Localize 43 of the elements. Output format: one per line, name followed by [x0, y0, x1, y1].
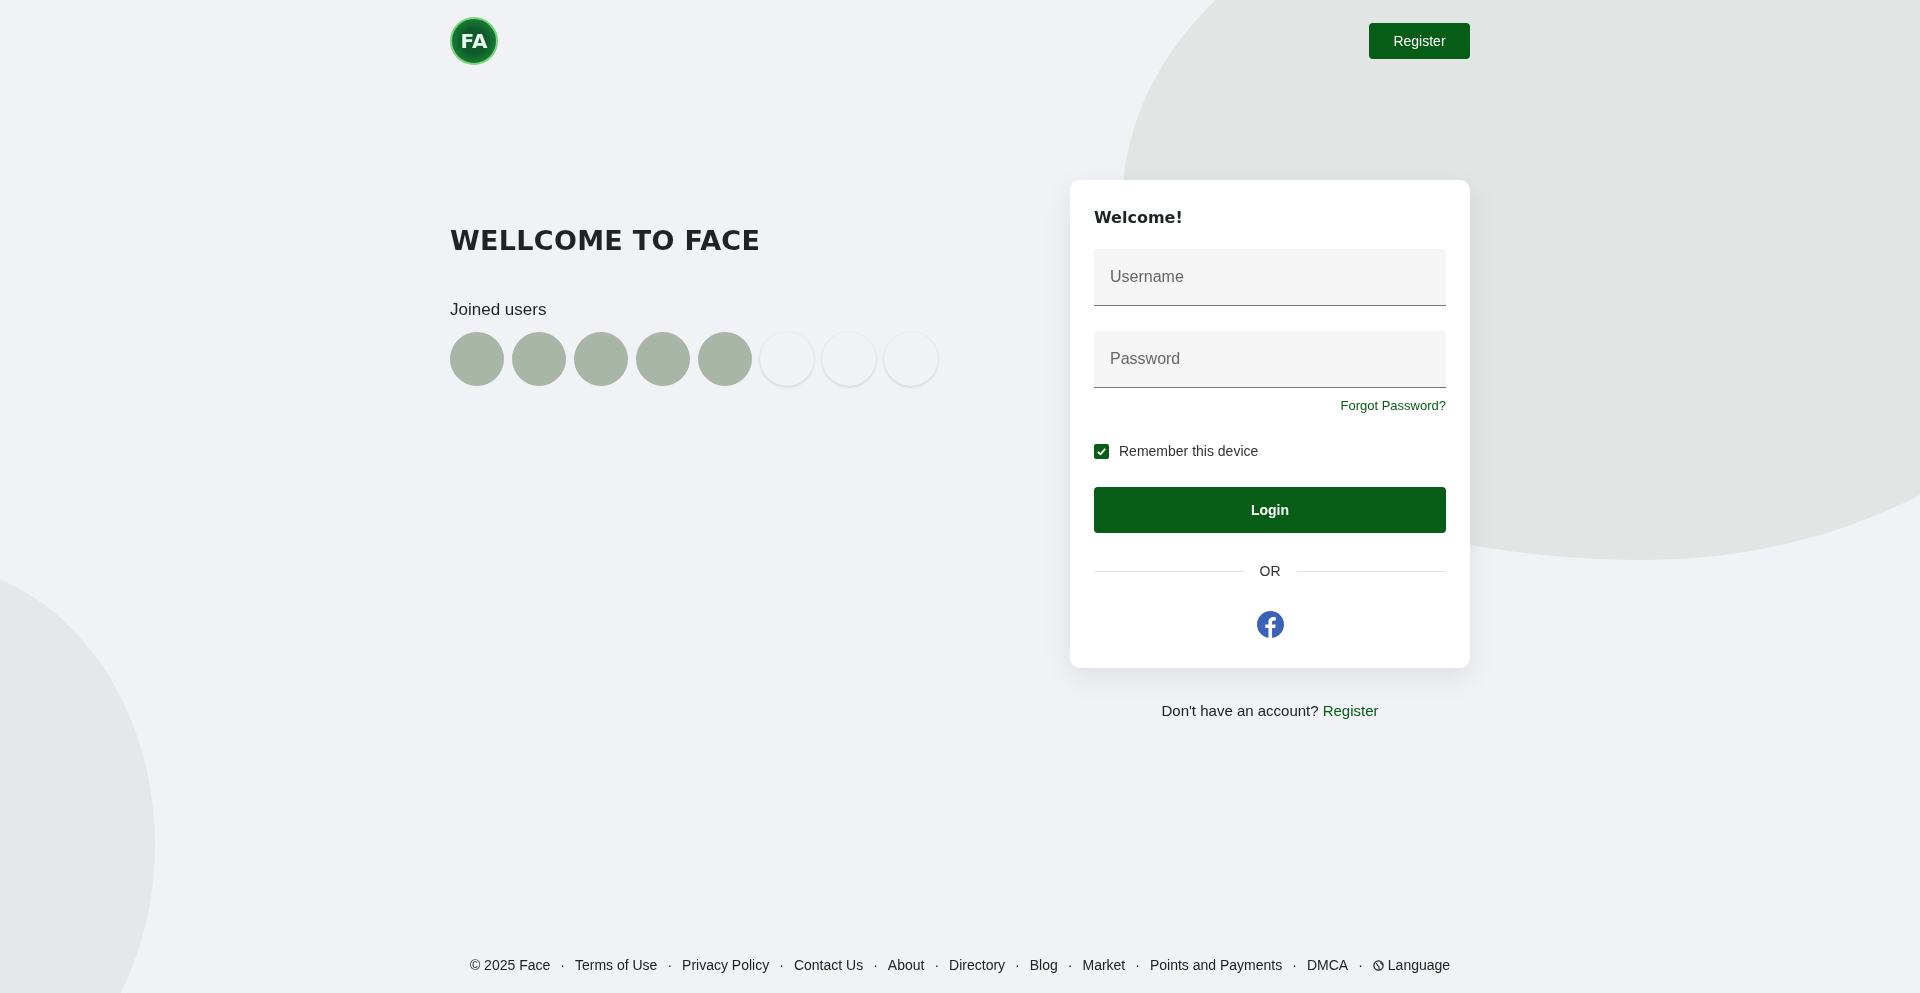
avatar-photo-placeholder[interactable]	[574, 332, 628, 386]
footer-link[interactable]: About	[887, 957, 925, 973]
footer-link[interactable]: Blog	[1029, 957, 1058, 973]
joined-users-label: Joined users	[450, 300, 548, 320]
logo-badge[interactable]: FA	[450, 17, 498, 65]
footer-link[interactable]: Market	[1082, 957, 1126, 973]
card-title: Welcome!	[1094, 208, 1184, 227]
footer-link[interactable]: Privacy Policy	[682, 957, 770, 973]
language-link[interactable]: Language	[1387, 957, 1451, 973]
separator-dot: ·	[560, 957, 565, 973]
register-link[interactable]: Register	[1322, 702, 1379, 719]
register-button[interactable]: Register	[1369, 23, 1470, 59]
separator-dot: ·	[1067, 957, 1073, 973]
username-field[interactable]: Username	[1094, 249, 1446, 306]
copyright-text: © 2025 Face	[469, 957, 551, 973]
facebook-icon[interactable]	[1256, 611, 1284, 638]
password-field[interactable]: Password	[1094, 331, 1446, 388]
remember-label: Remember this device	[1119, 443, 1259, 459]
login-button[interactable]: Login	[1094, 487, 1446, 533]
separator-dot: ·	[779, 957, 784, 973]
globe-icon	[1372, 959, 1384, 971]
avatar-photo-placeholder[interactable]	[450, 332, 504, 386]
avatar-photo-placeholder[interactable]	[698, 332, 752, 386]
separator-dot: ·	[873, 957, 878, 973]
separator-dot: ·	[1292, 957, 1297, 973]
separator-dot: ·	[1015, 957, 1020, 973]
remember-checkbox[interactable]	[1094, 443, 1109, 459]
footer-link[interactable]: Points and Payments	[1149, 957, 1283, 973]
footer-link[interactable]: Contact Us	[793, 957, 864, 973]
forgot-password-link[interactable]: Forgot Password?	[1340, 398, 1446, 413]
or-divider-text: OR	[1259, 563, 1281, 579]
footer-link[interactable]: DMCA	[1306, 957, 1349, 973]
signup-prompt: Don't have an account?	[1161, 702, 1319, 719]
avatar-photo-placeholder[interactable]	[512, 332, 566, 386]
footer-link[interactable]: Terms of Use	[574, 957, 658, 973]
checkmark-icon	[1096, 445, 1107, 457]
separator-dot: ·	[667, 957, 673, 973]
footer-link[interactable]: Directory	[949, 957, 1006, 973]
separator-dot: ·	[1358, 957, 1363, 973]
separator-dot: ·	[1135, 957, 1140, 973]
avatar-photo-placeholder[interactable]	[636, 332, 690, 386]
welcome-heading: WELLCOME TO FACE	[450, 225, 762, 256]
separator-dot: ·	[934, 957, 940, 973]
